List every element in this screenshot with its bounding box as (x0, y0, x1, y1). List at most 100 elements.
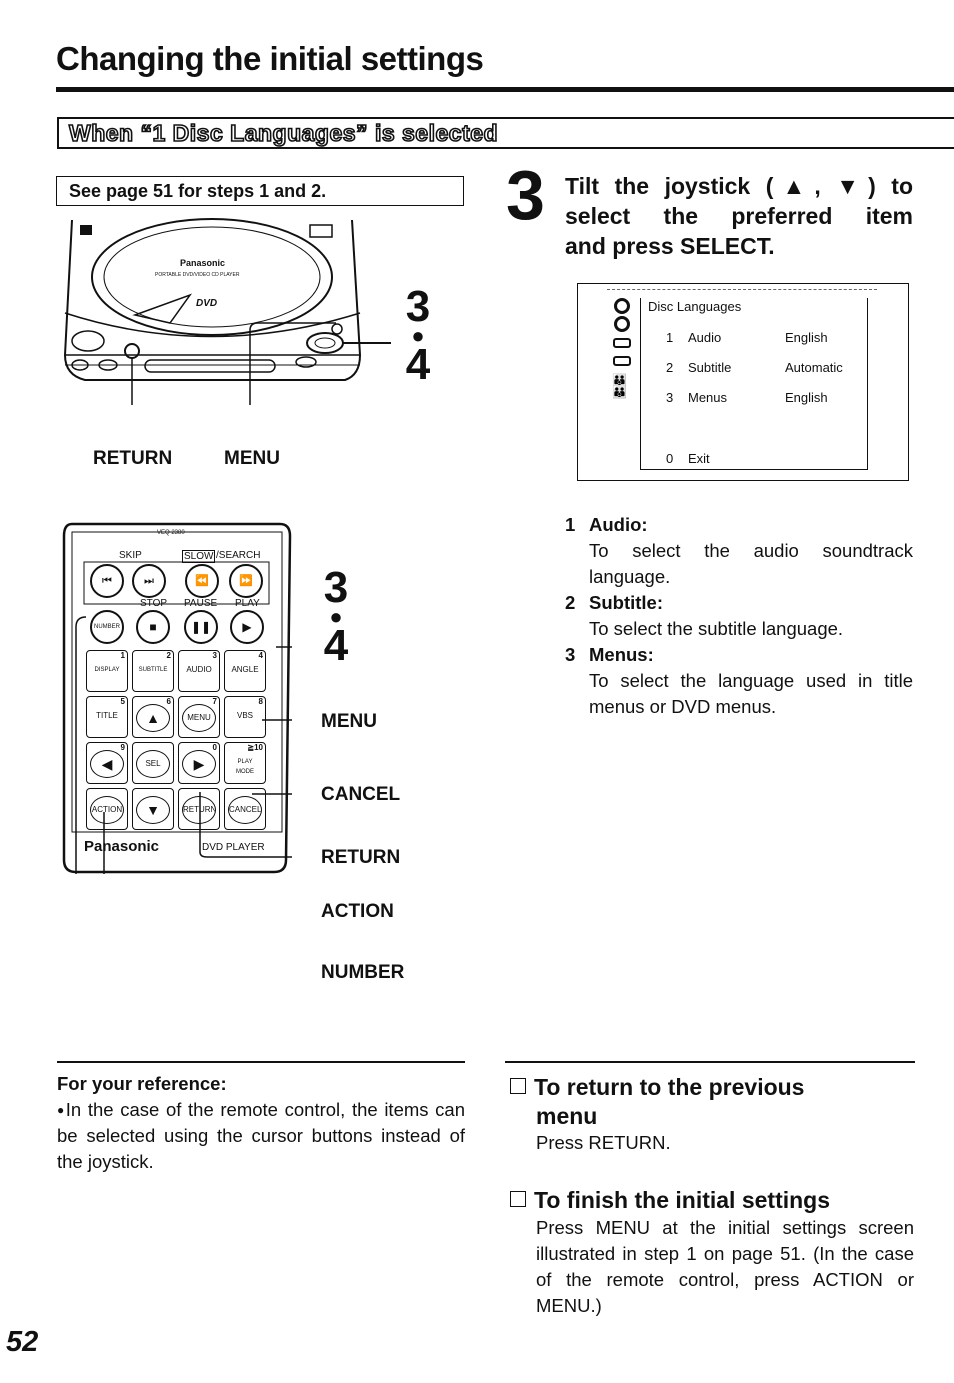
step-instruction: Tilt the joystick (▲, ▼) to select the p… (565, 171, 913, 261)
player-label-menu: MENU (224, 448, 280, 469)
osd-title: Disc Languages (648, 299, 742, 314)
step-line-3: and press SELECT. (565, 233, 775, 259)
search-back-button[interactable]: ⏪ (185, 564, 219, 598)
remote-button[interactable]: CANCEL (224, 788, 266, 830)
people-icon: 👪 (612, 385, 627, 399)
return-heading-line2: menu (536, 1103, 598, 1129)
page-title: Changing the initial settings (56, 40, 484, 77)
remote-button-label: AUDIO (186, 665, 212, 674)
remote-illustration: VEQ 2380 SKIP SLOW /SEARCH STOP PAUSE PL… (62, 522, 320, 968)
return-body: Press RETURN. (536, 1132, 671, 1153)
step-line-1: Tilt the joystick (▲, ▼) to (565, 173, 913, 199)
player-connector-line (343, 342, 391, 344)
remote-button-number: 8 (258, 697, 263, 706)
item-desc-menus: To select the language used in title men… (589, 670, 913, 717)
remote-label-slow: SLOW (182, 550, 216, 563)
dvd-player-drawing (63, 218, 390, 443)
remote-button-label: ◀ (90, 750, 124, 778)
remote-button-number: 4 (258, 651, 263, 660)
dvd-player-illustration: Panasonic PORTABLE DVD/VIDEO CD PLAYER D… (60, 215, 390, 443)
player-dvd-logo: DVD (196, 298, 218, 309)
section-heading-band: When “1 Disc Languages” is selected (57, 117, 954, 149)
remote-button-number: 2 (166, 651, 171, 660)
remote-button-number: 3 (212, 651, 217, 660)
remote-callout-cancel: CANCEL (321, 784, 401, 805)
remote-button-label: MENU (182, 704, 216, 732)
remote-button-label: ▲ (136, 704, 170, 732)
divider-left (57, 1061, 465, 1063)
remote-model: VEQ 2380 (157, 530, 185, 536)
remote-button[interactable]: ANGLE 4 (224, 650, 266, 692)
remote-callout-return: RETURN (321, 847, 401, 868)
finish-body: Press MENU at the initial settings scree… (536, 1217, 914, 1316)
remote-button-label: VBS (236, 711, 253, 720)
pause-button[interactable]: ❚❚ (184, 610, 218, 644)
remote-button-label: SUBTITLE (138, 667, 168, 673)
player-model-line: PORTABLE DVD/VIDEO CD PLAYER (155, 272, 240, 278)
remote-button[interactable]: ▼ (132, 788, 174, 830)
reference-text: ●In the case of the remote control, the … (57, 1097, 465, 1175)
remote-button[interactable]: VBS 8 (224, 696, 266, 738)
remote-button-label: ▼ (136, 796, 170, 824)
divider-right (505, 1061, 915, 1063)
stop-button[interactable]: ■ (136, 610, 170, 644)
remote-button[interactable]: MENU 7 (178, 696, 220, 738)
checkbox-square-icon (510, 1078, 526, 1094)
remote-button[interactable]: SUBTITLE 2 (132, 650, 174, 692)
number-button[interactable]: NUMBER (90, 610, 124, 644)
remote-label-stop: STOP (140, 598, 168, 609)
return-heading: To return to the previous (510, 1072, 914, 1102)
remote-label-pause: PAUSE (184, 598, 218, 609)
osd-row-audio[interactable]: 1 Audio English (666, 330, 828, 345)
player-step-marker: 3 ● 4 (398, 285, 438, 387)
remote-label-skip: SKIP (119, 550, 142, 561)
player-brand: Panasonic (180, 258, 226, 268)
remote-button[interactable]: ▲ 6 (132, 696, 174, 738)
disc-icon (614, 298, 630, 314)
note-box: See page 51 for steps 1 and 2. (56, 176, 464, 206)
play-button[interactable]: ▶ (230, 610, 264, 644)
remote-callout-action: ACTION (321, 901, 394, 922)
skip-back-button[interactable]: ⏮ (90, 564, 124, 598)
remote-button[interactable]: ACTION (86, 788, 128, 830)
osd-menu-panel (640, 298, 868, 470)
remote-button-number: ≧10 (247, 743, 263, 752)
step-number: 3 (506, 156, 545, 234)
remote-button[interactable]: ▶ 0 (178, 742, 220, 784)
remote-button[interactable]: TITLE 5 (86, 696, 128, 738)
finish-heading: To finish the initial settings (510, 1185, 914, 1215)
remote-brand: Panasonic (84, 838, 160, 855)
item-heading-menus: 3 Menus: (565, 644, 654, 665)
remote-button[interactable]: RETURN (178, 788, 220, 830)
remote-step-marker-4: 4 (323, 621, 349, 670)
osd-row-menus[interactable]: 3 Menus English (666, 390, 828, 405)
remote-button-label: RETURN (182, 796, 216, 824)
remote-button[interactable]: SEL (132, 742, 174, 784)
note-text: See page 51 for steps 1 and 2. (69, 181, 327, 201)
remote-button-label: ▶ (182, 750, 216, 778)
remote-button-label: ACTION (90, 796, 124, 824)
skip-forward-button[interactable]: ⏭ (132, 564, 166, 598)
remote-button-number: 1 (120, 651, 125, 660)
remote-button[interactable]: PLAY MODE ≧10 (224, 742, 266, 784)
page-number: 52 (6, 1326, 39, 1358)
item-desc-subtitle: To select the subtitle language. (589, 618, 844, 639)
remote-label-search: /SEARCH (216, 550, 261, 561)
search-forward-button[interactable]: ⏩ (229, 564, 263, 598)
osd-row-exit[interactable]: 0 Exit (666, 451, 710, 466)
remote-label-play: PLAY (235, 598, 260, 609)
disc-icon (614, 316, 630, 332)
remote-button[interactable]: DISPLAY 1 (86, 650, 128, 692)
remote-callout-menu: MENU (321, 711, 377, 732)
bullet-icon: ● (57, 1103, 66, 1117)
reference-title: For your reference: (57, 1073, 227, 1094)
item-heading-audio: 1 Audio: (565, 514, 648, 535)
title-rule (56, 87, 954, 92)
checkbox-square-icon (510, 1191, 526, 1207)
remote-button-label: PLAY MODE (236, 759, 254, 775)
remote-button[interactable]: ◀ 9 (86, 742, 128, 784)
osd-row-subtitle[interactable]: 2 Subtitle Automatic (666, 360, 843, 375)
osd-side-icons: 👪 👪 (612, 298, 638, 398)
remote-button[interactable]: AUDIO 3 (178, 650, 220, 692)
step-line-2: select the preferred item (565, 203, 913, 229)
